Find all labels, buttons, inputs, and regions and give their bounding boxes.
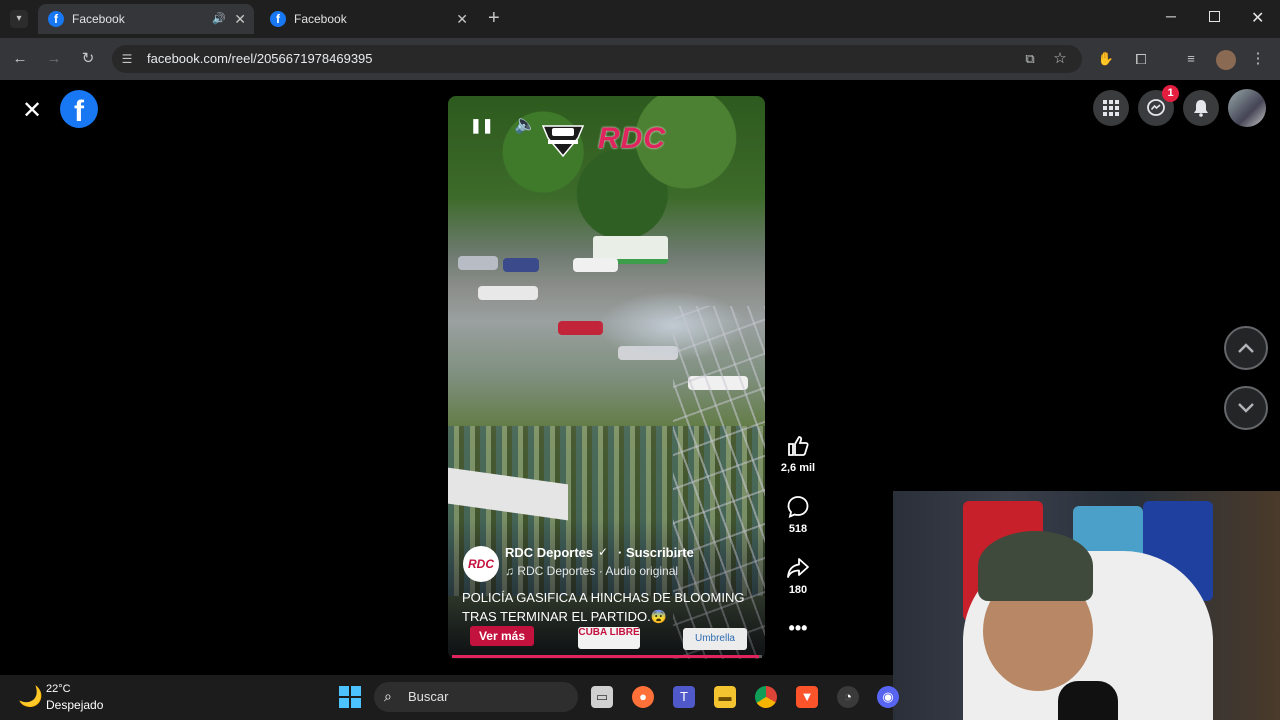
tab-title: Facebook	[294, 12, 347, 26]
file-explorer-icon[interactable]: ▬	[714, 686, 736, 708]
tab-facebook-2[interactable]: f Facebook ✕	[260, 4, 476, 34]
comment-button[interactable]: 518	[776, 495, 820, 535]
sponsor-cuba-libre: CUBA LIBRE	[578, 627, 640, 649]
like-count: 2,6 mil	[780, 462, 816, 474]
video-progress-bar[interactable]	[452, 655, 762, 658]
la-travesia-logo	[541, 125, 585, 158]
subscribe-button[interactable]: · Suscribirte	[618, 545, 694, 560]
account-avatar[interactable]	[1228, 89, 1266, 127]
close-tab-icon[interactable]: ✕	[456, 11, 468, 28]
profile-avatar[interactable]	[1216, 50, 1236, 70]
rdc-brand-overlay: RDC	[598, 122, 666, 155]
volume-icon[interactable]: 🔈	[514, 114, 536, 135]
tab-facebook-1[interactable]: f Facebook 🔊 ✕	[38, 4, 254, 34]
weather-temperature[interactable]: 22°C	[46, 683, 71, 695]
restore-icon[interactable]	[1209, 11, 1220, 22]
new-tab-button[interactable]: +	[488, 7, 500, 30]
teams-icon[interactable]: T	[673, 686, 695, 708]
search-placeholder[interactable]: Buscar	[408, 689, 448, 704]
menu-grid-icon[interactable]	[1093, 90, 1129, 126]
share-arrow-icon	[776, 556, 820, 582]
bookmark-star-icon[interactable]: ☆	[1050, 49, 1070, 69]
share-count: 180	[788, 584, 808, 596]
webcam-person-cap	[978, 531, 1093, 601]
more-options-icon[interactable]: •••	[776, 618, 820, 639]
facebook-logo[interactable]: f	[60, 90, 98, 128]
video-car	[478, 286, 538, 300]
task-view-icon[interactable]: ▭	[591, 686, 613, 708]
discord-icon[interactable]: ◉	[877, 686, 899, 708]
share-button[interactable]: 180	[776, 556, 820, 596]
minimize-icon[interactable]: ─	[1166, 8, 1176, 24]
facebook-favicon-icon: f	[48, 11, 64, 27]
extension-hand-icon[interactable]: ✋	[1096, 49, 1116, 69]
channel-name[interactable]: RDC Deportes	[505, 545, 593, 560]
previous-reel-button[interactable]	[1224, 326, 1268, 370]
moon-weather-icon[interactable]: 🌙	[18, 684, 43, 709]
like-button[interactable]: 2,6 mil	[776, 434, 820, 474]
video-progress-fill	[452, 655, 759, 658]
facebook-favicon-icon: f	[270, 11, 286, 27]
reload-icon[interactable]: ↻	[78, 49, 98, 69]
verified-badge-icon: ✓	[598, 545, 609, 559]
pause-icon[interactable]: ❚❚	[470, 117, 493, 134]
taskbar-search[interactable]	[374, 682, 578, 712]
video-car	[558, 321, 603, 335]
speaker-icon[interactable]: 🔊	[212, 12, 226, 25]
forward-arrow-icon[interactable]: →	[44, 49, 64, 69]
video-car	[458, 256, 498, 270]
close-viewer-icon[interactable]: ✕	[22, 96, 42, 125]
thumbs-up-icon	[776, 434, 820, 460]
app-icon[interactable]: ◔	[837, 686, 859, 708]
see-more-button[interactable]: Ver más	[470, 626, 534, 646]
video-trees	[448, 96, 765, 236]
comment-count: 518	[788, 523, 808, 535]
firefox-icon[interactable]: ●	[632, 686, 654, 708]
menu-dots-icon[interactable]: ⋮	[1248, 49, 1268, 69]
back-arrow-icon[interactable]: ←	[10, 49, 30, 69]
tab-bar: ▾ f Facebook 🔊 ✕ f Facebook ✕ + ─ ✕	[0, 0, 1280, 38]
windows-start-icon[interactable]	[339, 686, 361, 708]
webcam-microphone	[1058, 681, 1118, 720]
close-tab-icon[interactable]: ✕	[234, 11, 246, 28]
video-car	[573, 258, 618, 272]
site-info-icon[interactable]: ☰	[117, 49, 137, 69]
close-window-icon[interactable]: ✕	[1251, 8, 1264, 28]
video-car	[503, 258, 539, 272]
install-app-icon[interactable]: ⧉	[1020, 49, 1040, 69]
bell-icon[interactable]	[1183, 90, 1219, 126]
weather-description[interactable]: Despejado	[46, 698, 103, 712]
search-icon: ⌕	[384, 688, 392, 704]
chrome-icon[interactable]	[755, 686, 777, 708]
extensions-puzzle-icon[interactable]: ⧠	[1131, 49, 1151, 69]
url-text[interactable]: facebook.com/reel/2056671978469395	[147, 51, 373, 66]
notification-count-badge: 1	[1162, 85, 1179, 102]
next-reel-button[interactable]	[1224, 386, 1268, 430]
channel-avatar[interactable]: RDC	[463, 546, 499, 582]
tab-search-chevron-icon[interactable]: ▾	[10, 10, 28, 28]
media-controls-icon[interactable]: ≡	[1181, 49, 1201, 69]
reel-caption: POLICÍA GASIFICA A HINCHAS DE BLOOMING T…	[462, 590, 745, 624]
streamer-webcam	[893, 491, 1280, 720]
brave-icon[interactable]: ▼	[796, 686, 818, 708]
sponsor-umbrella: Umbrella	[683, 628, 747, 650]
comment-bubble-icon	[776, 495, 820, 521]
audio-source[interactable]: ♫ RDC Deportes · Audio original	[505, 564, 678, 578]
tab-title: Facebook	[72, 12, 125, 26]
